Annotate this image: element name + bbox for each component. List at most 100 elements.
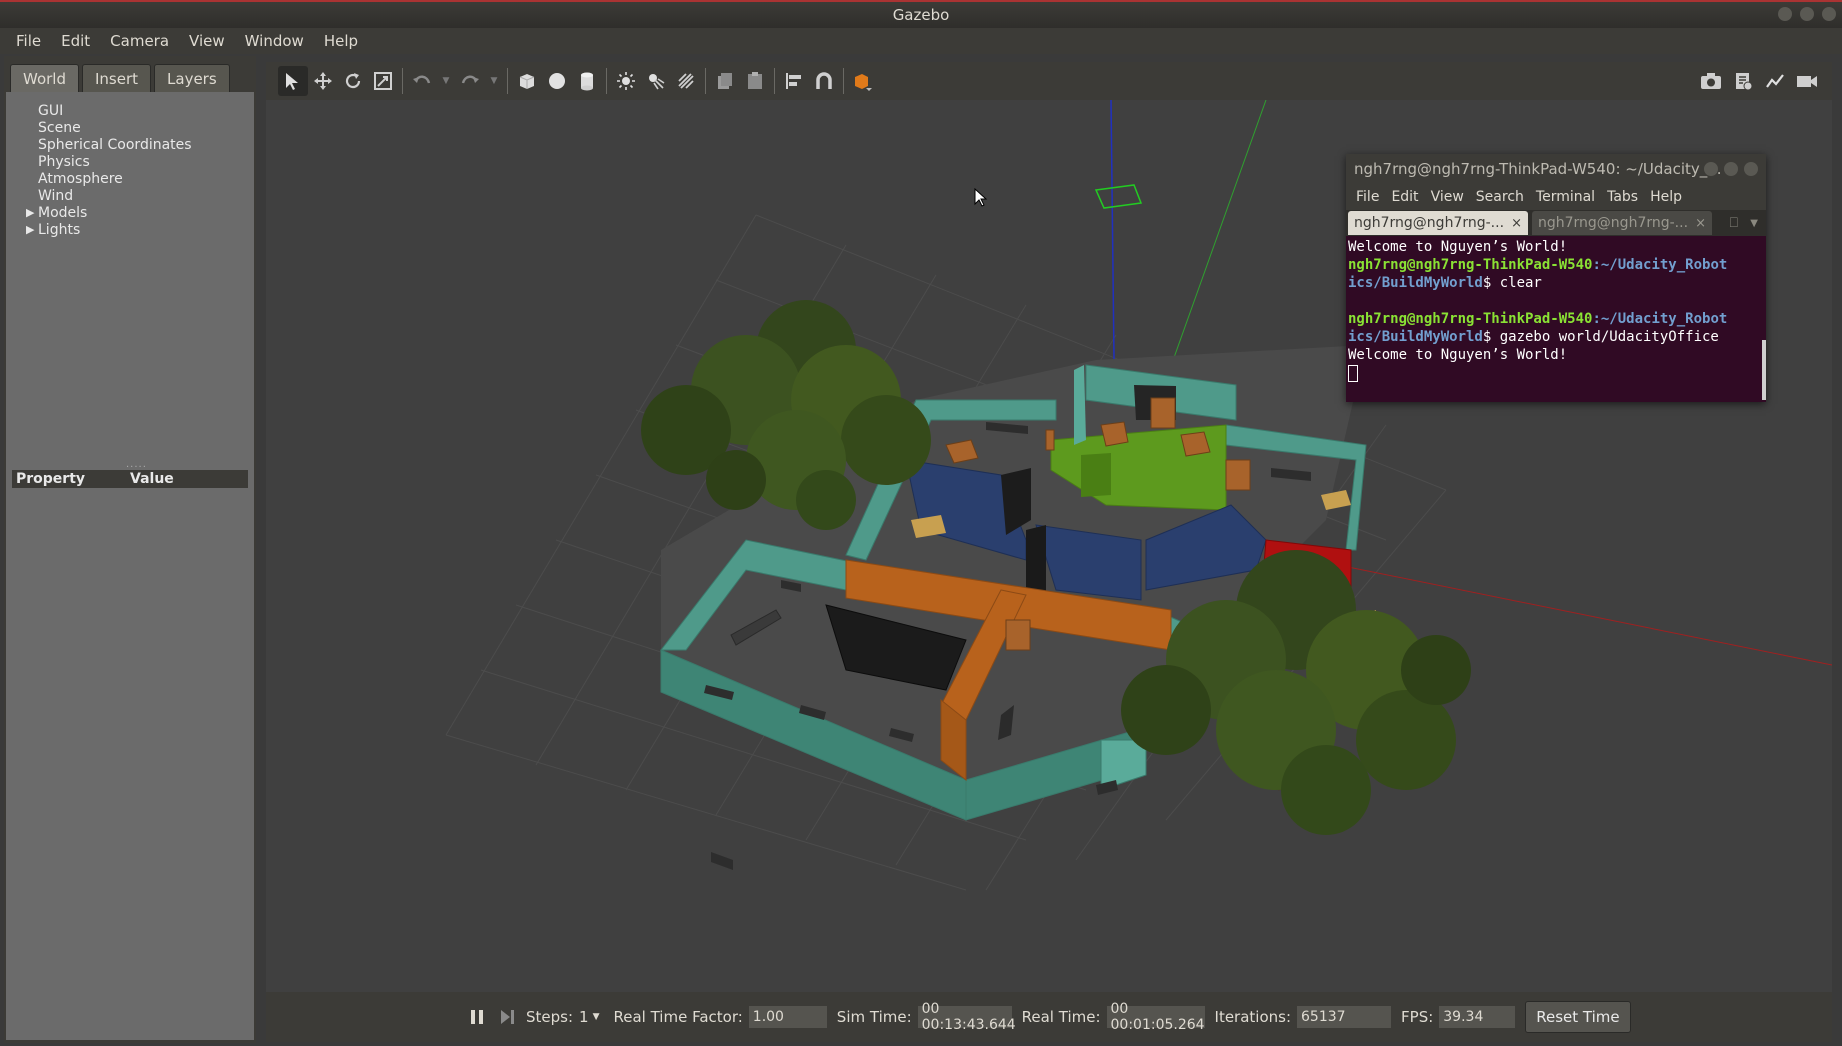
real-time-factor-label: Real Time Factor: (613, 1008, 743, 1026)
undo-icon[interactable] (407, 66, 437, 96)
directional-light-icon[interactable] (671, 66, 701, 96)
sim-time-label: Sim Time: (836, 1008, 912, 1026)
record-icon[interactable] (1728, 66, 1758, 96)
translate-icon[interactable] (308, 66, 338, 96)
step-icon[interactable] (496, 1006, 518, 1028)
terminal-tab-label: ngh7rng@ngh7rng-... (1538, 215, 1689, 231)
tree-item-label: Wind (38, 187, 74, 204)
tree-item-spherical-coordinates[interactable]: Spherical Coordinates (6, 136, 254, 153)
select-arrow-icon[interactable] (278, 66, 308, 96)
world-tree: GUI Scene Spherical Coordinates Physics … (6, 92, 254, 416)
terminal-menu-edit[interactable]: Edit (1385, 189, 1424, 205)
sphere-icon[interactable] (542, 66, 572, 96)
plot-icon[interactable] (1760, 66, 1790, 96)
menu-edit[interactable]: Edit (51, 32, 100, 50)
tree-item-lights[interactable]: ▶ Lights (6, 221, 254, 238)
view-angle-icon[interactable] (848, 66, 878, 96)
value-column-header: Value (130, 471, 174, 487)
terminal-titlebar[interactable]: ngh7rng@ngh7rng-ThinkPad-W540: ~/Udacity… (1346, 154, 1766, 184)
terminal-menu-view[interactable]: View (1425, 189, 1470, 205)
real-time-value: 00 00:01:05.264 (1106, 1001, 1205, 1033)
pause-icon[interactable] (466, 1006, 488, 1028)
undo-dropdown-icon[interactable]: ▼ (437, 66, 455, 96)
box-icon[interactable] (512, 66, 542, 96)
tab-insert[interactable]: Insert (82, 64, 152, 92)
redo-dropdown-icon[interactable]: ▼ (485, 66, 503, 96)
terminal-command: $ clear (1482, 275, 1542, 291)
screenshot-icon[interactable] (1696, 66, 1726, 96)
tree-item-gui[interactable]: GUI (6, 102, 254, 119)
minimize-button[interactable] (1778, 7, 1792, 21)
sim-time-value: 00 00:13:43.644 (917, 1001, 1016, 1033)
terminal-menubar: File Edit View Search Terminal Tabs Help (1346, 184, 1766, 210)
close-tab-icon[interactable]: × (1695, 216, 1706, 231)
terminal-tab-2[interactable]: ngh7rng@ngh7rng-... × (1532, 211, 1712, 235)
terminal-menu-search[interactable]: Search (1470, 189, 1530, 205)
close-button[interactable] (1822, 7, 1836, 21)
steps-dropdown-icon[interactable]: ▼ (593, 1012, 600, 1022)
scale-icon[interactable] (368, 66, 398, 96)
spot-light-icon[interactable] (641, 66, 671, 96)
menu-help[interactable]: Help (314, 32, 368, 50)
tree-item-models[interactable]: ▶ Models (6, 204, 254, 221)
cylinder-icon[interactable] (572, 66, 602, 96)
fps-label: FPS: (1401, 1008, 1434, 1026)
point-light-icon[interactable] (611, 66, 641, 96)
tab-world[interactable]: World (10, 64, 79, 92)
terminal-close-button[interactable] (1744, 162, 1758, 176)
paste-icon[interactable] (740, 66, 770, 96)
rotate-icon[interactable] (338, 66, 368, 96)
snap-icon[interactable] (809, 66, 839, 96)
window-titlebar: Gazebo (0, 0, 1842, 28)
video-icon[interactable] (1792, 66, 1822, 96)
menu-view[interactable]: View (179, 32, 235, 50)
terminal-menu-terminal[interactable]: Terminal (1530, 189, 1601, 205)
menu-window[interactable]: Window (235, 32, 314, 50)
splitter-grip-icon[interactable]: ..... (126, 459, 147, 470)
copy-icon[interactable] (710, 66, 740, 96)
menubar: File Edit Camera View Window Help (0, 28, 1842, 54)
statusbar: Steps: 1 ▼ Real Time Factor: 1.00 Sim Ti… (266, 992, 1832, 1042)
align-icon[interactable] (779, 66, 809, 96)
menu-camera[interactable]: Camera (100, 32, 179, 50)
toolbar-separator (843, 68, 844, 94)
steps-value[interactable]: 1 (579, 1008, 589, 1026)
terminal-tab-1[interactable]: ngh7rng@ngh7rng-... × (1348, 211, 1528, 235)
close-tab-icon[interactable]: × (1511, 216, 1522, 231)
terminal-minimize-button[interactable] (1704, 162, 1718, 176)
tree-item-atmosphere[interactable]: Atmosphere (6, 170, 254, 187)
tab-menu-chevron-icon[interactable]: ▼ (1750, 218, 1758, 229)
terminal-cursor (1348, 364, 1358, 382)
tree-item-physics[interactable]: Physics (6, 153, 254, 170)
toolbar: ▼ ▼ (266, 62, 1832, 100)
terminal-output[interactable]: Welcome to Nguyen’s World! ngh7rng@ngh7r… (1346, 236, 1766, 402)
redo-icon[interactable] (455, 66, 485, 96)
window-title: Gazebo (892, 6, 950, 24)
terminal-window[interactable]: ngh7rng@ngh7rng-ThinkPad-W540: ~/Udacity… (1346, 154, 1766, 402)
terminal-maximize-button[interactable] (1724, 162, 1738, 176)
prompt-user: ngh7rng@ngh7rng-ThinkPad-W540 (1348, 257, 1593, 273)
real-time-factor-value: 1.00 (748, 1006, 827, 1028)
expand-arrow-icon[interactable]: ▶ (26, 223, 34, 236)
steps-label: Steps: (526, 1008, 574, 1026)
toolbar-separator (402, 68, 403, 94)
window-controls (1778, 7, 1836, 21)
tree-item-label: Atmosphere (38, 170, 123, 187)
tree-item-label: Physics (38, 153, 90, 170)
terminal-menu-help[interactable]: Help (1644, 189, 1688, 205)
prompt-path: ics/BuildMyWorld (1348, 275, 1483, 291)
toolbar-separator (507, 68, 508, 94)
tab-layers[interactable]: Layers (154, 64, 230, 92)
tree-item-label: Spherical Coordinates (38, 136, 192, 153)
terminal-tab-label: ngh7rng@ngh7rng-... (1354, 215, 1505, 231)
expand-arrow-icon[interactable]: ▶ (26, 206, 34, 219)
tree-item-wind[interactable]: Wind (6, 187, 254, 204)
terminal-scrollbar[interactable] (1762, 340, 1766, 400)
new-tab-icon[interactable]: ⎕ (1730, 215, 1738, 231)
menu-file[interactable]: File (6, 32, 51, 50)
maximize-button[interactable] (1800, 7, 1814, 21)
terminal-menu-file[interactable]: File (1350, 189, 1385, 205)
reset-time-button[interactable]: Reset Time (1525, 1001, 1631, 1033)
tree-item-scene[interactable]: Scene (6, 119, 254, 136)
terminal-menu-tabs[interactable]: Tabs (1601, 189, 1644, 205)
